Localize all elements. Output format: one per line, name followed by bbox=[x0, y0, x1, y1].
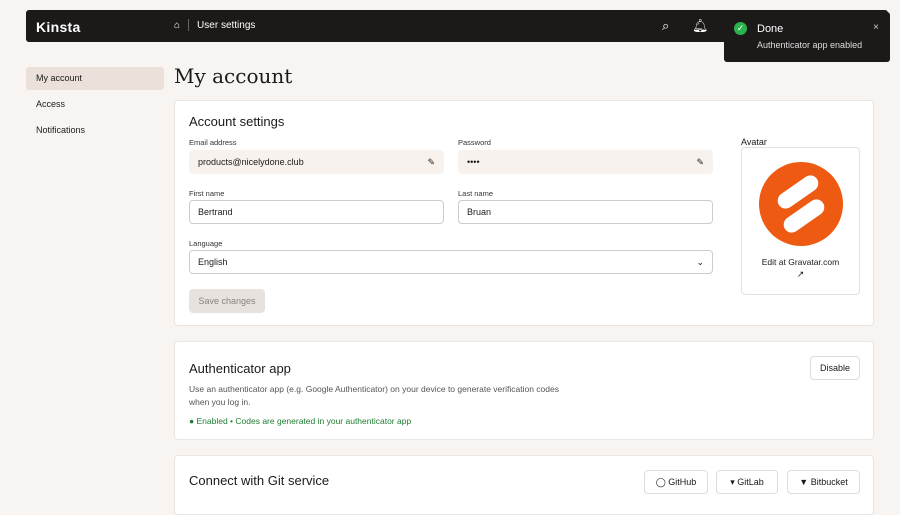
language-label: Language bbox=[189, 239, 223, 248]
toast-notification: ✓ Done Authenticator app enabled × bbox=[724, 12, 890, 62]
disable-button[interactable]: Disable bbox=[810, 356, 860, 380]
github-button[interactable]: ◯ GitHub bbox=[644, 470, 708, 494]
search-icon[interactable]: ⌕ bbox=[662, 18, 669, 34]
breadcrumb-current: User settings bbox=[197, 19, 256, 31]
toast-message: Authenticator app enabled bbox=[757, 40, 863, 50]
divider bbox=[188, 19, 190, 31]
section-title: Connect with Git service bbox=[189, 473, 330, 488]
bitbucket-button[interactable]: ▼ Bitbucket bbox=[787, 470, 860, 494]
password-value: •••• bbox=[467, 157, 480, 167]
avatar-image bbox=[758, 162, 843, 246]
last-name-input[interactable]: Bruan bbox=[458, 200, 713, 224]
edit-icon[interactable]: ✎ bbox=[696, 151, 704, 173]
authenticator-card: Authenticator app Use an authenticator a… bbox=[174, 341, 874, 440]
auth-status: ● Enabled • Codes are generated in your … bbox=[189, 416, 411, 426]
sidebar-item-notifications[interactable]: Notifications bbox=[26, 119, 164, 142]
kinsta-logo[interactable]: Kinsta bbox=[36, 19, 81, 35]
close-icon[interactable]: × bbox=[873, 22, 879, 33]
page-title: My account bbox=[174, 64, 293, 88]
github-label: GitHub bbox=[668, 477, 697, 487]
bitbucket-label: Bitbucket bbox=[810, 477, 848, 487]
last-name-label: Last name bbox=[458, 189, 494, 198]
password-field[interactable]: •••• ✎ bbox=[458, 150, 713, 174]
github-icon: ◯ bbox=[655, 477, 669, 487]
sidebar-item-access[interactable]: Access bbox=[26, 93, 164, 116]
auth-status-text: Enabled • Codes are generated in your au… bbox=[196, 416, 412, 426]
bell-icon[interactable]: 🔔︎ bbox=[692, 18, 709, 34]
chevron-down-icon: ⌄ bbox=[696, 257, 704, 267]
language-value: English bbox=[198, 257, 228, 267]
email-label: Email address bbox=[189, 138, 237, 147]
gravatar-link[interactable]: Edit at Gravatar.com bbox=[742, 257, 859, 267]
section-title: Authenticator app bbox=[189, 361, 291, 376]
bitbucket-icon: ▼ bbox=[799, 477, 811, 487]
external-link-icon[interactable]: ↗ bbox=[742, 269, 859, 280]
gitlab-label: GitLab bbox=[737, 477, 764, 487]
account-settings-card: Account settings Email address products@… bbox=[174, 100, 874, 326]
save-changes-button[interactable]: Save changes bbox=[189, 289, 265, 313]
edit-icon[interactable]: ✎ bbox=[427, 151, 435, 173]
toast-title: Done bbox=[757, 23, 784, 35]
sidebar-item-my-account[interactable]: My account bbox=[26, 67, 164, 90]
check-circle-icon: ✓ bbox=[734, 22, 747, 35]
first-name-input[interactable]: Bertrand bbox=[189, 200, 444, 224]
git-service-card: Connect with Git service ◯ GitHub ▾ GitL… bbox=[174, 455, 874, 515]
check-circle-icon: ● bbox=[189, 416, 197, 426]
email-value: products@nicelydone.club bbox=[198, 157, 304, 167]
auth-description: Use an authenticator app (e.g. Google Au… bbox=[189, 384, 559, 407]
home-icon[interactable]: ⌂ bbox=[174, 20, 180, 31]
breadcrumb: ⌂ User settings bbox=[174, 19, 255, 31]
avatar-panel: Edit at Gravatar.com ↗ bbox=[741, 147, 860, 295]
email-field[interactable]: products@nicelydone.club ✎ bbox=[189, 150, 444, 174]
sidebar: My account Access Notifications bbox=[26, 67, 164, 145]
gitlab-button[interactable]: ▾ GitLab bbox=[716, 470, 778, 494]
first-name-label: First name bbox=[189, 189, 225, 198]
section-title: Account settings bbox=[189, 114, 285, 129]
password-label: Password bbox=[458, 138, 491, 147]
language-select[interactable]: English ⌄ bbox=[189, 250, 713, 274]
avatar-label: Avatar bbox=[741, 137, 767, 147]
